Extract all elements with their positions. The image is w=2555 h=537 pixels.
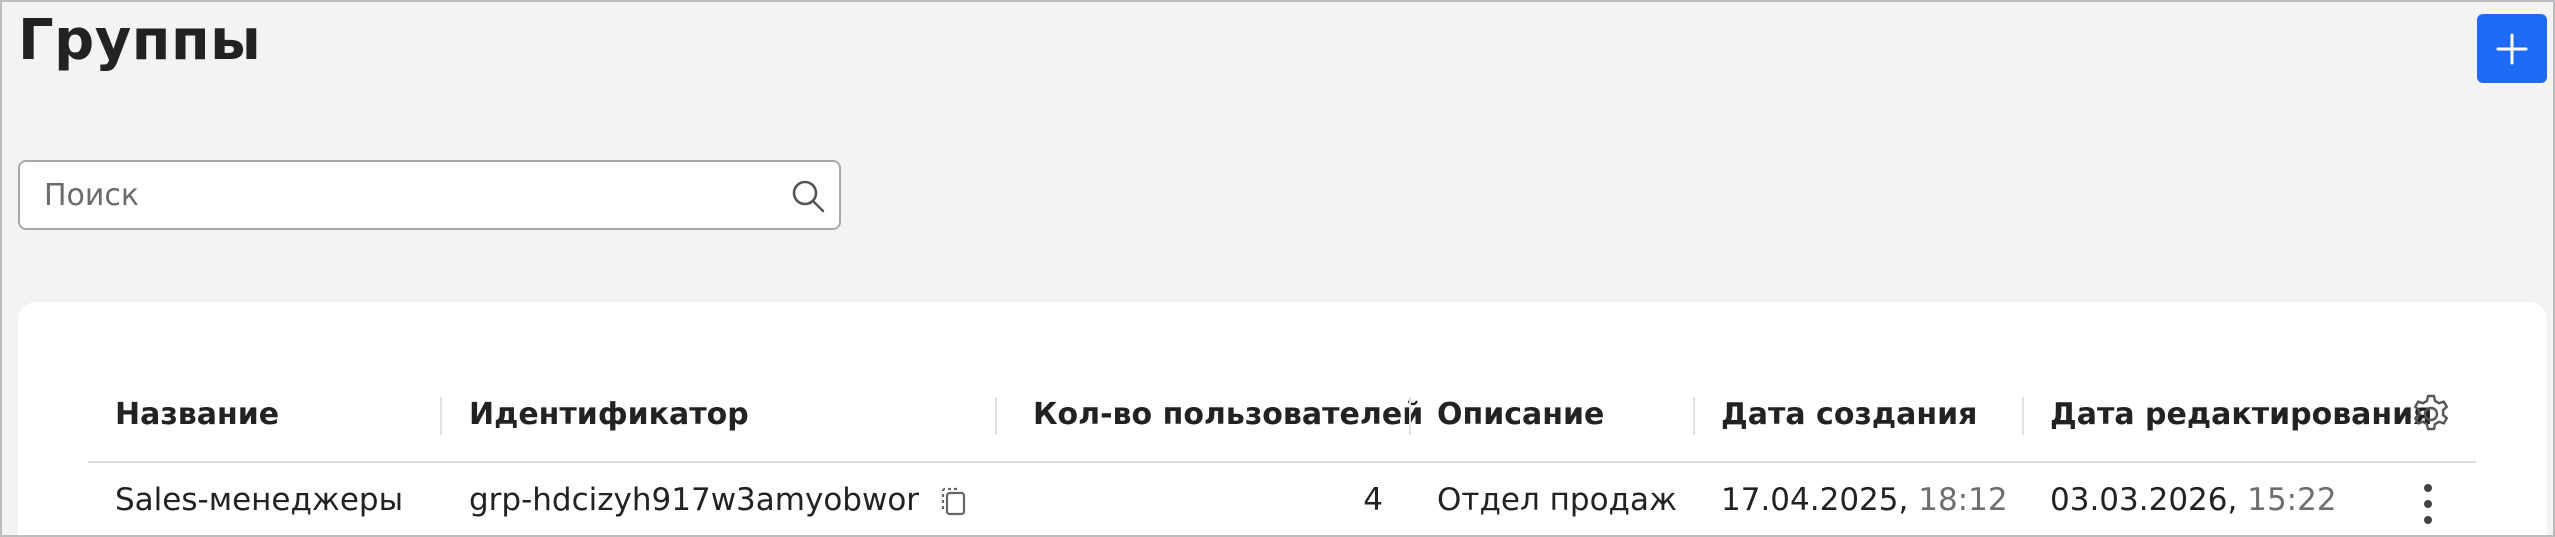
column-header-users[interactable]: Кол-во пользователей: [1033, 397, 1423, 432]
column-header-edited[interactable]: Дата редактирования: [2050, 397, 2432, 432]
created-time: 18:12: [1918, 482, 2008, 518]
gear-icon[interactable]: [2409, 392, 2453, 436]
cell-users: 4: [1363, 482, 1383, 518]
groups-table: Название Идентификатор Кол-во пользовате…: [18, 302, 2547, 535]
column-header-description[interactable]: Описание: [1437, 397, 1604, 432]
copy-icon[interactable]: [938, 485, 970, 519]
cell-created: 17.04.2025, 18:12: [1721, 482, 2008, 518]
column-header-name[interactable]: Название: [115, 397, 279, 432]
edited-time: 15:22: [2247, 482, 2337, 518]
plus-icon: [2496, 33, 2528, 64]
header-divider: [88, 461, 2476, 463]
cell-description: Отдел продаж: [1437, 482, 1677, 518]
column-divider[interactable]: [995, 397, 997, 435]
more-vertical-icon[interactable]: [2418, 482, 2438, 526]
search-input[interactable]: [44, 162, 744, 228]
cell-edited: 03.03.2026, 15:22: [2050, 482, 2337, 518]
column-header-created[interactable]: Дата создания: [1721, 397, 1977, 432]
column-header-id[interactable]: Идентификатор: [469, 397, 749, 432]
page-title: Группы: [18, 8, 262, 73]
cell-name: Sales-менеджеры: [115, 482, 404, 518]
column-divider[interactable]: [440, 397, 442, 435]
cell-id: grp-hdcizyh917w3amyobwor: [469, 482, 920, 518]
created-date: 17.04.2025,: [1721, 482, 1909, 518]
search-field: [18, 160, 841, 230]
add-group-button[interactable]: [2477, 14, 2547, 83]
edited-date: 03.03.2026,: [2050, 482, 2238, 518]
page-frame: Группы Название Идентификатор Кол-во пол…: [0, 0, 2555, 537]
column-divider[interactable]: [1409, 397, 1411, 435]
search-icon[interactable]: [790, 178, 826, 214]
column-divider[interactable]: [2022, 397, 2024, 435]
column-divider[interactable]: [1693, 397, 1695, 435]
